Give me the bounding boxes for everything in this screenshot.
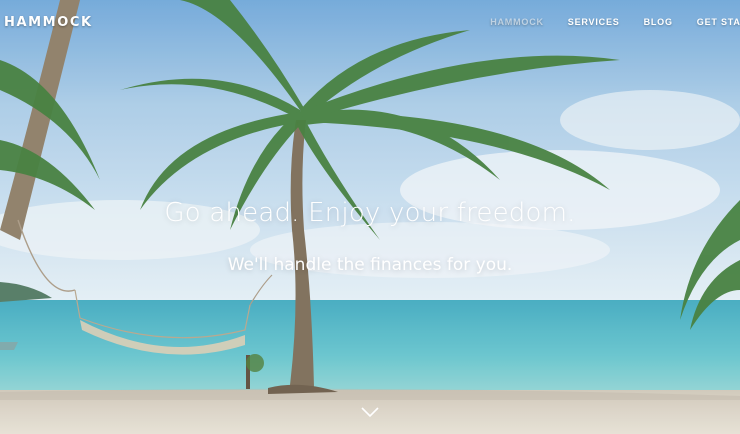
chevron-down-icon[interactable]	[360, 405, 380, 419]
top-navbar: HAMMOCK HAMMOCK SERVICES BLOG GET STAR	[0, 0, 740, 44]
main-menu: HAMMOCK SERVICES BLOG GET STAR	[490, 17, 740, 27]
nav-item-blog[interactable]: BLOG	[644, 17, 673, 27]
hero-headline: Go ahead. Enjoy your freedom.	[164, 198, 576, 228]
nav-item-services[interactable]: SERVICES	[568, 17, 620, 27]
brand-logo[interactable]: HAMMOCK	[4, 15, 93, 30]
nav-item-get-started[interactable]: GET STAR	[697, 17, 740, 27]
hero-subheadline: We'll handle the finances for you.	[227, 255, 513, 275]
nav-item-hammock[interactable]: HAMMOCK	[490, 17, 544, 27]
